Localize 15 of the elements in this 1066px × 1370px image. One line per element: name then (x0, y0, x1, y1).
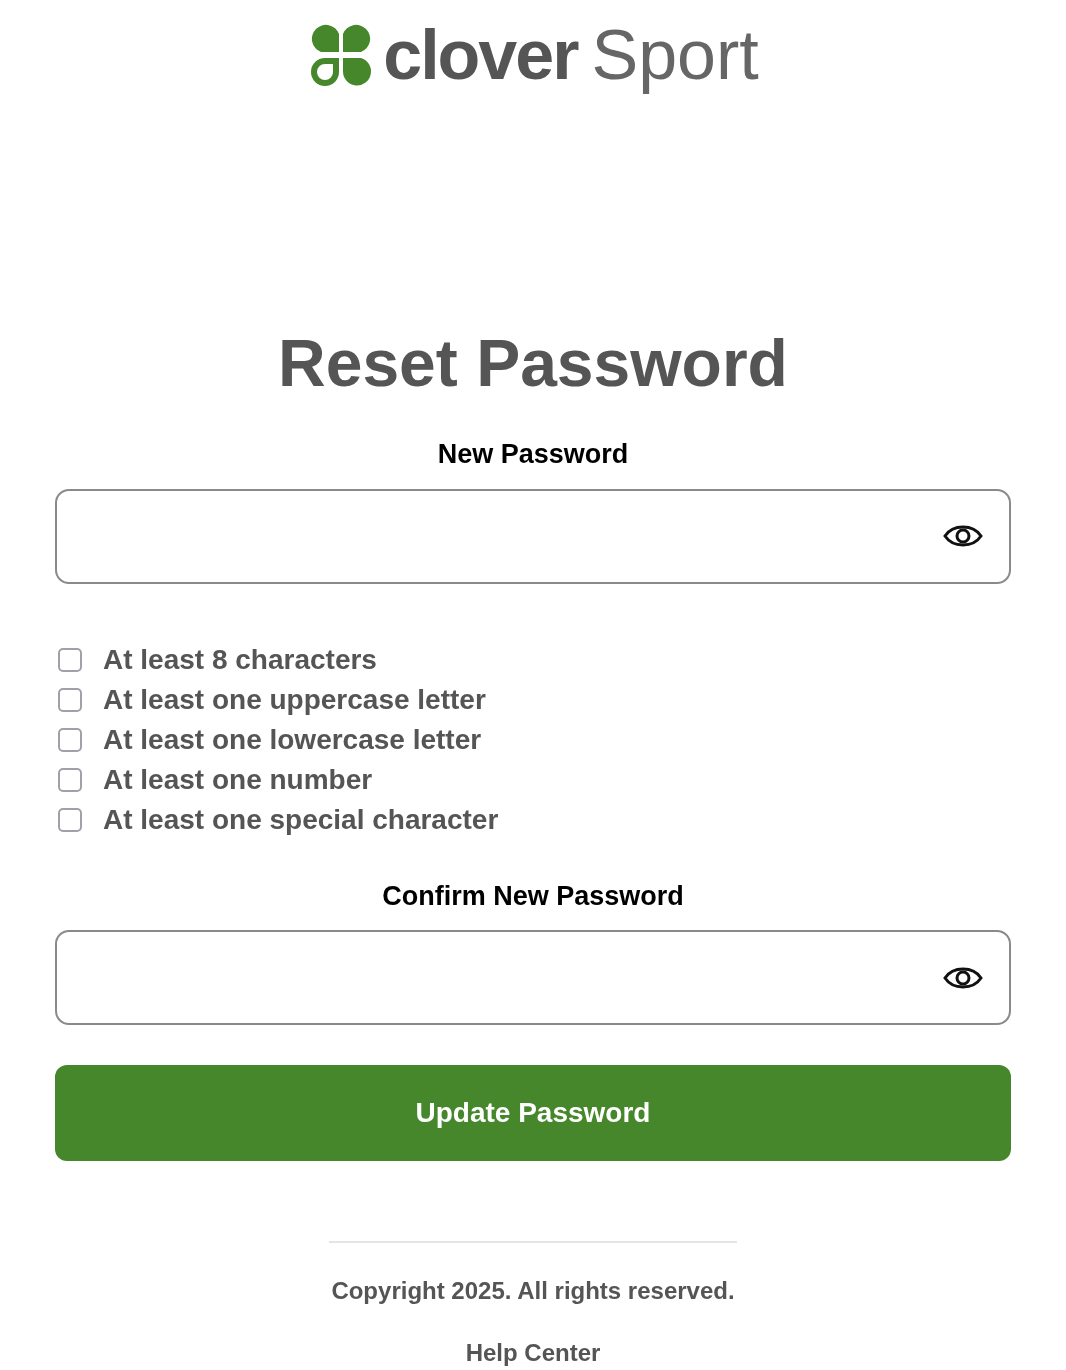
requirement-text: At least one lowercase letter (103, 722, 482, 757)
field-label: Confirm New Password (382, 879, 684, 913)
requirement-text: At least 8 characters (103, 642, 377, 677)
password-field[interactable] (55, 930, 1011, 1025)
field-label: New Password (437, 438, 629, 471)
requirement-text: At least one number (103, 762, 373, 797)
requirement-text: At least one special character (103, 802, 499, 837)
eye-icon[interactable] (943, 523, 983, 549)
requirement-text: At least one uppercase letter (103, 682, 486, 717)
copyright-text: Copyright 2025. All rights reserved. (331, 1276, 735, 1306)
help-center-link[interactable]: Help Center (465, 1335, 601, 1370)
logo-wordmark: clover (383, 20, 578, 90)
update-password-button[interactable]: Update Password (55, 1065, 1011, 1161)
password-field[interactable] (55, 488, 1011, 584)
page-title: Reset Password (278, 330, 788, 396)
